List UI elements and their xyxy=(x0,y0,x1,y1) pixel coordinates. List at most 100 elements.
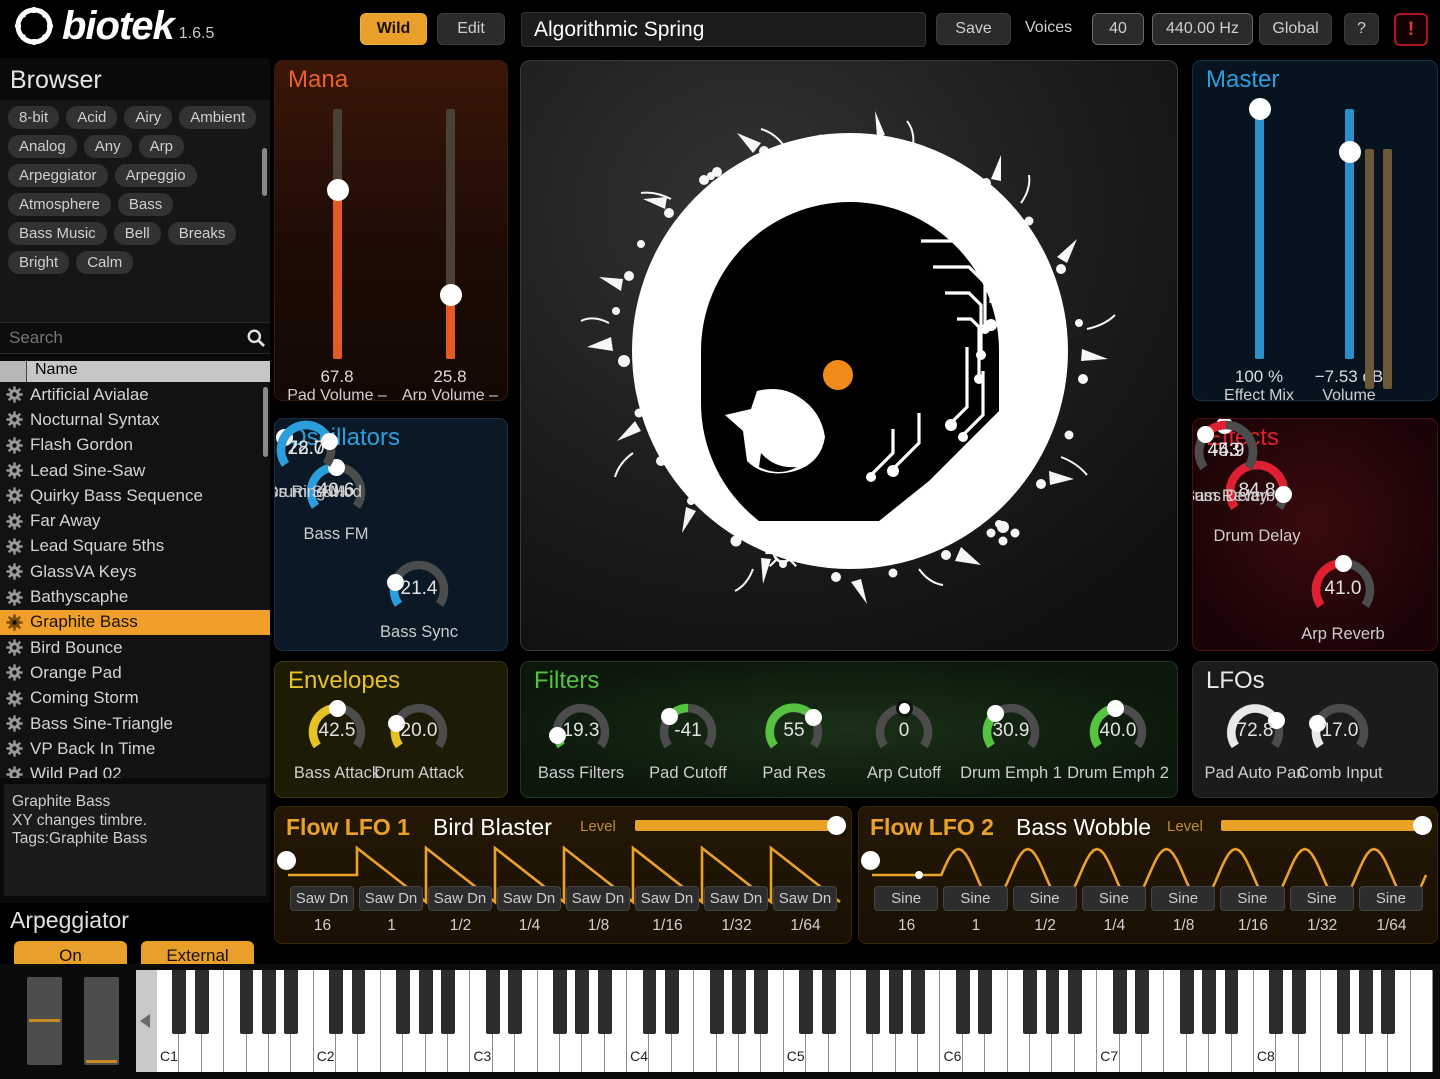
edit-button[interactable]: Edit xyxy=(437,13,505,45)
black-key[interactable] xyxy=(732,970,746,1034)
black-key[interactable] xyxy=(911,970,926,1034)
filters-knob-1[interactable]: -41 Pad Cutoff xyxy=(649,702,727,782)
black-key[interactable] xyxy=(441,970,455,1034)
wild-button[interactable]: Wild xyxy=(360,13,427,45)
mod-wheel[interactable] xyxy=(84,977,119,1065)
slider-knob[interactable] xyxy=(326,178,349,201)
save-button[interactable]: Save xyxy=(936,13,1011,45)
flow1-shape-7[interactable]: Saw Dn xyxy=(773,886,837,911)
black-key[interactable] xyxy=(284,970,299,1034)
list-item[interactable]: Orange Pad xyxy=(0,660,270,685)
list-item[interactable]: Bass Sine-Triangle xyxy=(0,711,270,736)
tag-airy[interactable]: Airy xyxy=(124,106,173,129)
tag-breaks[interactable]: Breaks xyxy=(167,222,237,245)
envelopes-knob-0[interactable]: 42.5 Bass Attack xyxy=(294,699,380,782)
slider-knob[interactable] xyxy=(439,283,462,306)
tag-bass[interactable]: Bass xyxy=(117,193,174,216)
tag-bright[interactable]: Bright xyxy=(8,251,70,274)
pitch-wheel[interactable] xyxy=(27,977,62,1065)
xy-pad-cursor[interactable] xyxy=(823,360,853,390)
black-key[interactable] xyxy=(821,970,836,1034)
black-key[interactable] xyxy=(1045,970,1060,1034)
flow1-shape-1[interactable]: Saw Dn xyxy=(359,886,423,911)
flow2-shape-2[interactable]: Sine xyxy=(1012,886,1077,911)
black-key[interactable] xyxy=(978,970,993,1034)
black-key[interactable] xyxy=(955,970,970,1034)
tag-calm[interactable]: Calm xyxy=(76,251,134,274)
black-key[interactable] xyxy=(1135,970,1149,1034)
list-item[interactable]: Flash Gordon xyxy=(0,433,270,458)
tag-arpeggio[interactable]: Arpeggio xyxy=(114,164,197,187)
black-key[interactable] xyxy=(642,970,657,1034)
help-button[interactable]: ? xyxy=(1344,13,1379,45)
black-key[interactable] xyxy=(1291,970,1306,1034)
black-key[interactable] xyxy=(396,970,411,1034)
panic-button[interactable]: ! xyxy=(1394,13,1428,46)
black-key[interactable] xyxy=(172,970,187,1034)
black-key[interactable] xyxy=(1381,970,1396,1034)
list-item[interactable]: Lead Sine-Saw xyxy=(0,458,270,483)
black-key[interactable] xyxy=(508,970,523,1034)
list-item[interactable]: Artificial Avialae xyxy=(0,382,270,407)
flow1-shape-4[interactable]: Saw Dn xyxy=(566,886,630,911)
filters-knob-0[interactable]: 19.3 Bass Filters xyxy=(538,702,624,782)
black-key[interactable] xyxy=(239,970,254,1034)
search-input[interactable] xyxy=(0,328,242,348)
black-key[interactable] xyxy=(597,970,612,1034)
black-key[interactable] xyxy=(709,970,724,1034)
black-key[interactable] xyxy=(553,970,567,1034)
slider-knob[interactable] xyxy=(1248,98,1271,120)
tag-acid[interactable]: Acid xyxy=(66,106,118,129)
flow2-shape-6[interactable]: Sine xyxy=(1289,886,1354,911)
list-item[interactable]: Far Away xyxy=(0,508,270,533)
slider-knob[interactable] xyxy=(1338,140,1361,163)
list-header-name[interactable]: Name xyxy=(27,361,270,382)
knob-indicator[interactable] xyxy=(1107,699,1125,717)
black-key[interactable] xyxy=(1112,970,1127,1034)
knob-indicator[interactable] xyxy=(328,699,346,717)
filters-knob-3[interactable]: 0 Arp Cutoff xyxy=(867,699,941,782)
search-icon[interactable] xyxy=(242,328,270,348)
black-key[interactable] xyxy=(799,970,814,1034)
voices-value[interactable]: 40 xyxy=(1092,13,1144,45)
oscillators-knob-3[interactable]: 72.7 Drum S&H xyxy=(275,419,345,501)
black-key[interactable] xyxy=(1269,970,1284,1034)
tag-ambient[interactable]: Ambient xyxy=(179,106,257,129)
flow1-shape-3[interactable]: Saw Dn xyxy=(497,886,561,911)
list-item[interactable]: Bathyscaphe xyxy=(0,584,270,609)
knob-indicator[interactable] xyxy=(1334,554,1352,572)
black-key[interactable] xyxy=(575,970,590,1034)
flow1-shape-2[interactable]: Saw Dn xyxy=(428,886,492,911)
black-key[interactable] xyxy=(1179,970,1194,1034)
list-item[interactable]: Bird Bounce xyxy=(0,635,270,660)
white-key[interactable] xyxy=(1410,970,1433,1072)
global-button[interactable]: Global xyxy=(1259,13,1332,45)
black-key[interactable] xyxy=(1202,970,1217,1034)
preset-name-field[interactable]: Algorithmic Spring xyxy=(521,12,926,47)
list-item[interactable]: Quirky Bass Sequence xyxy=(0,483,270,508)
tag-8-bit[interactable]: 8-bit xyxy=(8,106,60,129)
flow2-shape-7[interactable]: Sine xyxy=(1358,886,1424,911)
flow2-shape-4[interactable]: Sine xyxy=(1151,886,1216,911)
list-item[interactable]: Coming Storm xyxy=(0,686,270,711)
black-key[interactable] xyxy=(1358,970,1373,1034)
black-key[interactable] xyxy=(329,970,344,1034)
tag-any[interactable]: Any xyxy=(83,135,132,158)
filters-knob-4[interactable]: 30.9 Drum Emph 1 xyxy=(960,702,1062,782)
list-item[interactable]: Wild Pad 02 xyxy=(0,761,270,778)
tag-arpeggiator[interactable]: Arpeggiator xyxy=(8,164,108,187)
xy-pad[interactable] xyxy=(520,60,1178,651)
black-key[interactable] xyxy=(418,970,433,1034)
lfos-knob-0[interactable]: 72.8 Pad Auto Pan xyxy=(1205,702,1305,782)
list-item[interactable]: Graphite Bass xyxy=(0,609,270,635)
effects-knob-1[interactable]: 41.0 Arp Reverb xyxy=(1301,554,1385,643)
left-arrow-icon[interactable] xyxy=(136,970,157,1072)
black-key[interactable] xyxy=(1067,970,1082,1034)
tuning-value[interactable]: 440.00 Hz xyxy=(1152,13,1253,45)
flow2-shape-3[interactable]: Sine xyxy=(1081,886,1147,911)
black-key[interactable] xyxy=(351,970,366,1034)
tag-analog[interactable]: Analog xyxy=(8,135,77,158)
flow2-shape-1[interactable]: Sine xyxy=(943,886,1008,911)
effects-knob-3[interactable]: -43 Drum Reverb xyxy=(1193,419,1275,505)
black-key[interactable] xyxy=(1023,970,1037,1034)
